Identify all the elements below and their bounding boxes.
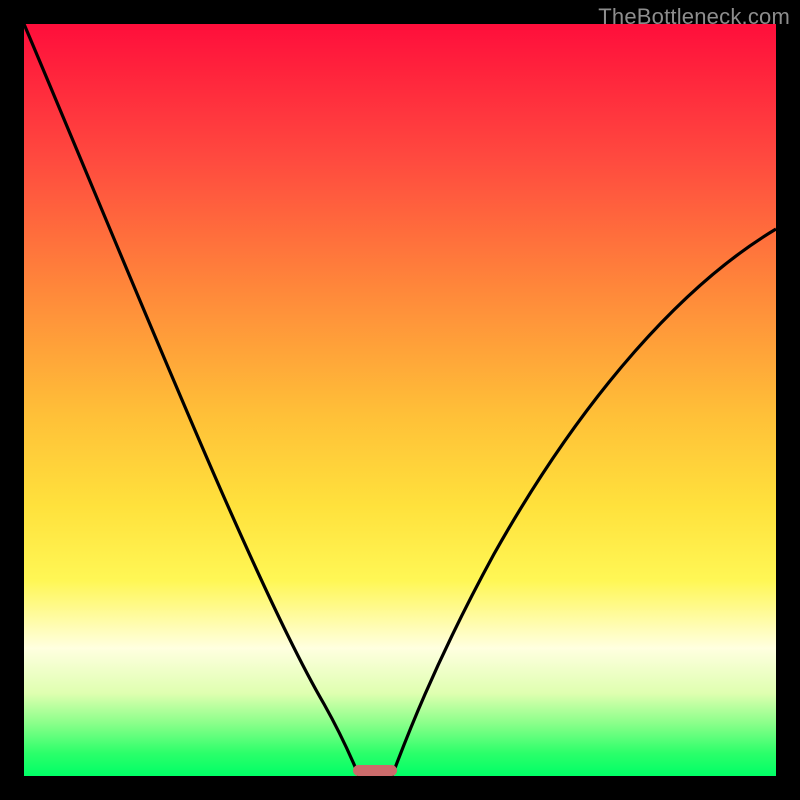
watermark-text: TheBottleneck.com: [598, 4, 790, 30]
plot-area: [24, 24, 776, 776]
left-curve: [24, 24, 359, 776]
chart-frame: TheBottleneck.com: [0, 0, 800, 800]
curve-layer: [24, 24, 776, 776]
bottleneck-marker: [353, 765, 397, 776]
right-curve: [392, 229, 776, 776]
